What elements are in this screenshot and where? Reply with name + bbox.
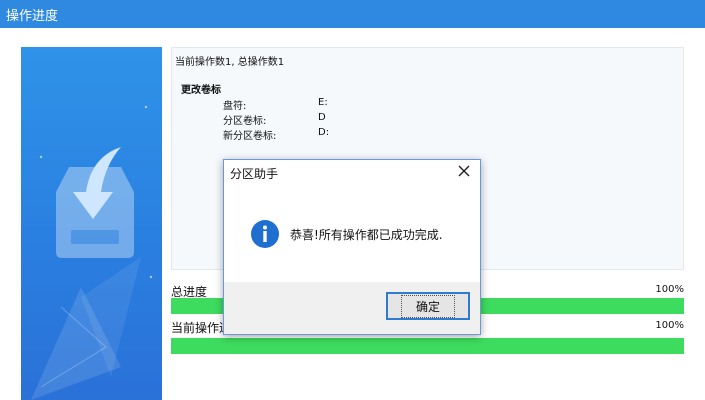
info-icon (250, 219, 280, 249)
log-section-title: 更改卷标 (181, 85, 221, 96)
log-label-drive: 盘符: (223, 101, 247, 112)
current-progress-fill (171, 338, 684, 354)
download-tray-icon (31, 105, 153, 400)
dialog-message: 恭喜!所有操作都已成功完成. (290, 228, 443, 242)
total-progress-percent: 100% (655, 284, 684, 295)
log-value-new-volume: D: (318, 127, 330, 138)
dialog-body: 恭喜!所有操作都已成功完成. (224, 186, 480, 282)
close-icon[interactable] (456, 163, 472, 179)
left-decor-panel (21, 47, 162, 400)
log-summary: 当前操作数1, 总操作数1 (175, 57, 285, 68)
ok-button-label: 确定 (400, 294, 455, 318)
dialog-footer: 确定 (224, 282, 480, 334)
current-progress-bar (171, 338, 684, 354)
current-progress-label: 当前操作进 (171, 321, 232, 335)
current-progress-percent: 100% (655, 320, 684, 331)
log-label-new-volume: 新分区卷标: (223, 131, 277, 142)
completion-dialog: 分区助手 恭喜!所有操作都已成功完成. 确定 (223, 159, 481, 335)
window-title: 操作进度 (6, 9, 59, 24)
ok-button[interactable]: 确定 (386, 292, 470, 320)
log-value-drive: E: (318, 97, 328, 108)
log-label-volume: 分区卷标: (223, 116, 267, 127)
title-bar[interactable]: 操作进度 (0, 0, 705, 28)
log-value-volume: D (318, 112, 326, 123)
dialog-title: 分区助手 (230, 167, 279, 181)
